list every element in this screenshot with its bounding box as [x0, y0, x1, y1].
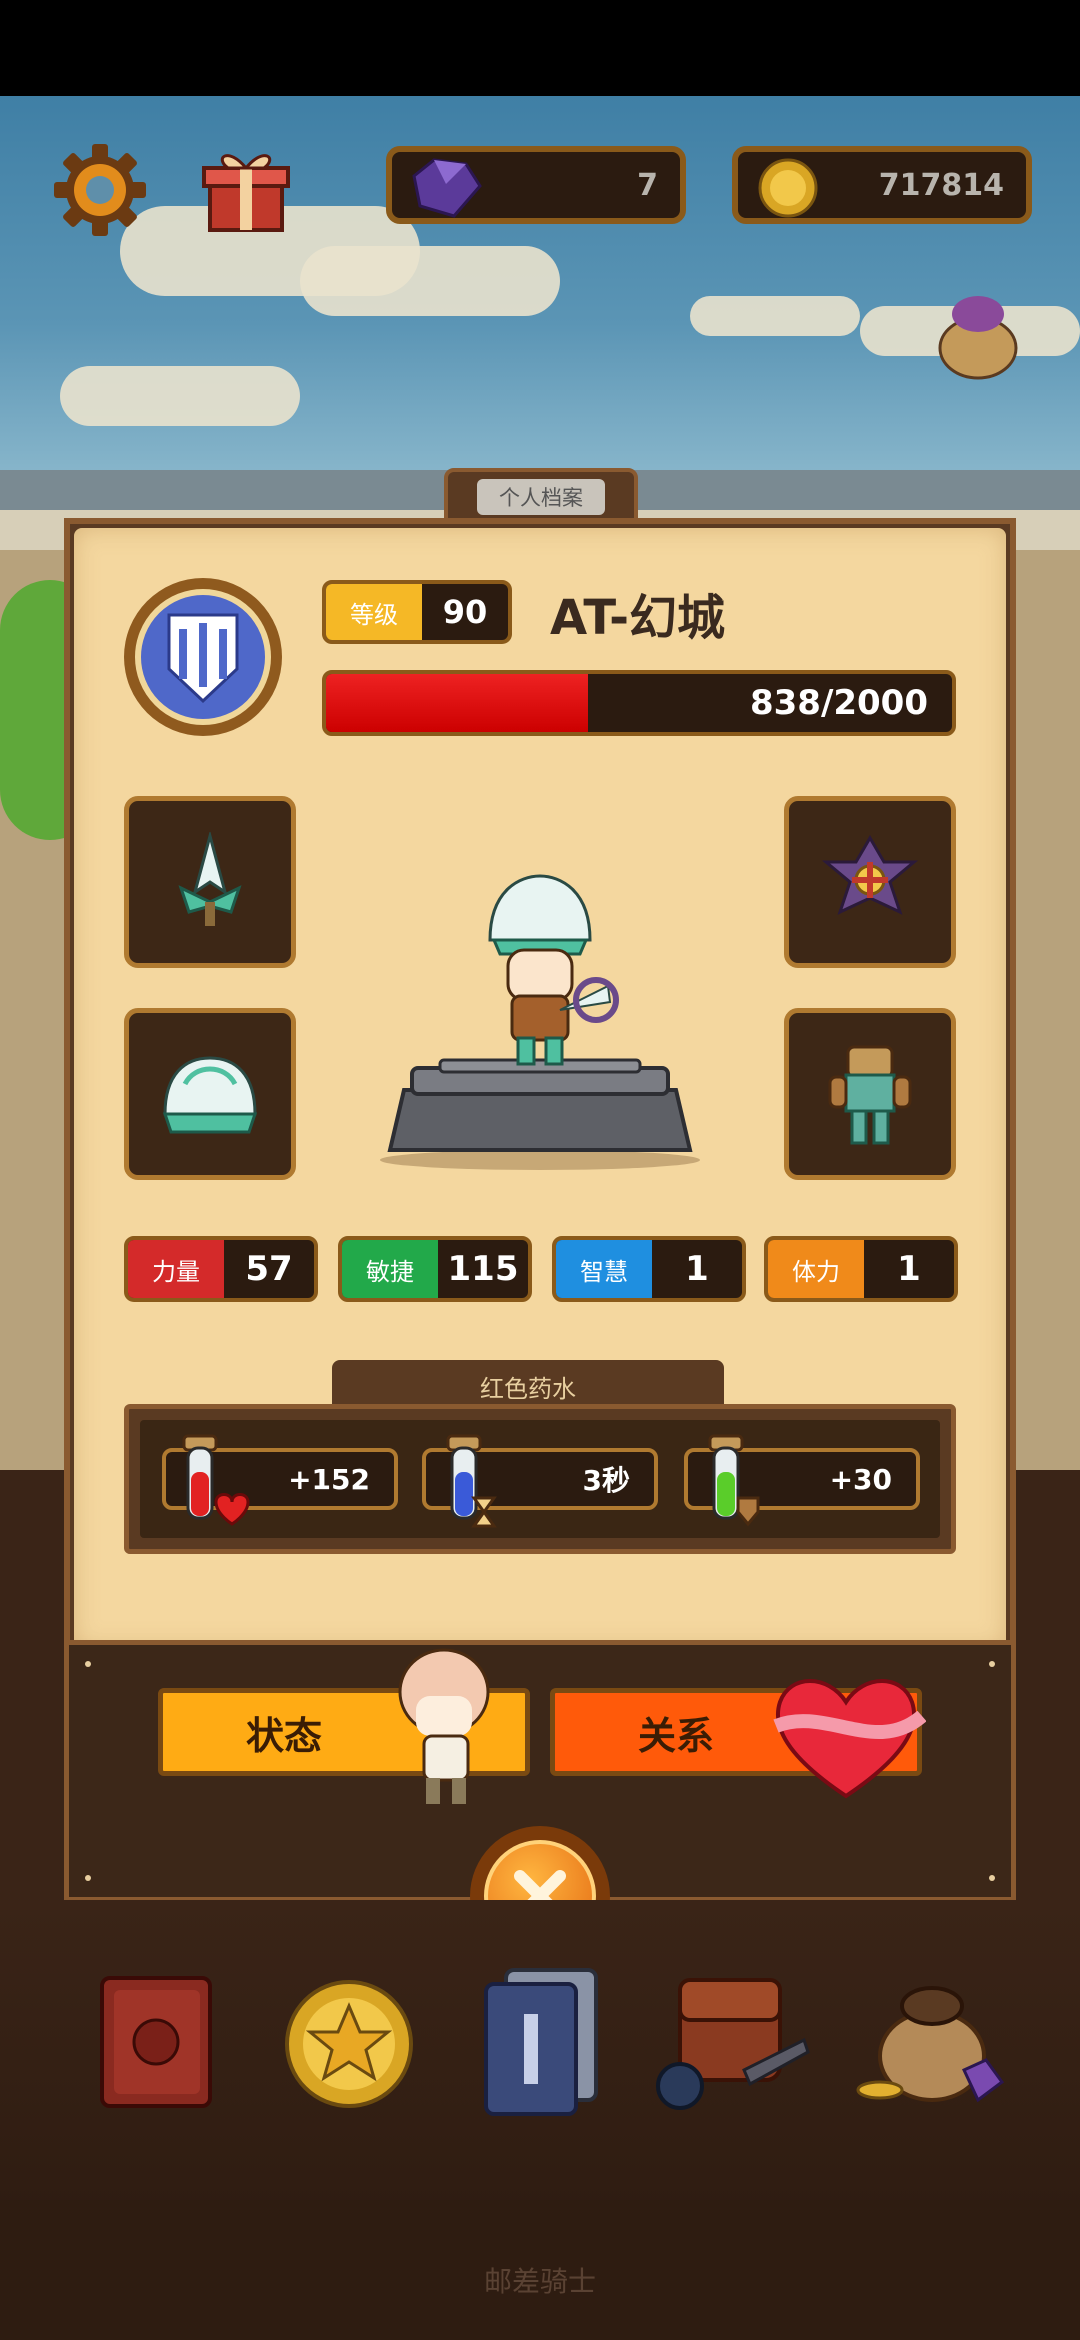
- potion-value: 3秒: [582, 1464, 630, 1497]
- potion-value: +30: [829, 1462, 892, 1496]
- purple-gem-icon: [412, 158, 482, 218]
- stat-value: 57: [245, 1249, 293, 1289]
- stat-value: 115: [447, 1249, 519, 1289]
- player-name: AT-幻城: [550, 590, 726, 646]
- purple-shield-charm-icon: [821, 835, 919, 915]
- jade-spear-tip-icon: [178, 832, 242, 926]
- star-coin-icon: [285, 1980, 413, 2108]
- red-potion-heart-icon: [182, 1434, 250, 1526]
- level-label: 等级: [326, 584, 422, 640]
- stat-stamina: 体力 1: [764, 1236, 958, 1302]
- stat-agility: 敏捷 115: [338, 1236, 532, 1302]
- stat-label: 体力: [768, 1240, 864, 1298]
- nav-treasure[interactable]: [852, 1960, 1005, 2120]
- gift-button[interactable]: [196, 140, 296, 240]
- armor-slot[interactable]: [784, 1008, 956, 1180]
- hp-bar-fill: [326, 674, 589, 732]
- stat-label: 力量: [128, 1240, 224, 1298]
- relation-button-label: 关系: [637, 1713, 714, 1758]
- heart-ribbon-icon: [773, 1679, 926, 1799]
- hp-bar: 838/2000: [322, 670, 956, 736]
- book-icon: [100, 1976, 212, 2108]
- game-title: 邮差骑士: [483, 2265, 596, 2298]
- backpack-icon: [656, 1978, 810, 2110]
- coin-counter: 717814: [732, 146, 1032, 224]
- blue-potion-hourglass-icon: [446, 1434, 497, 1528]
- helmet-slot[interactable]: [124, 1008, 296, 1180]
- level-value: 90: [442, 593, 488, 631]
- nav-cards[interactable]: [466, 1960, 616, 2120]
- stat-value: 1: [685, 1249, 709, 1289]
- leather-armor-icon: [828, 1045, 912, 1145]
- potion-value: +152: [288, 1462, 370, 1496]
- stat-label: 智慧: [556, 1240, 652, 1298]
- purple-pouch-icon: [938, 296, 1018, 380]
- stat-value: 1: [897, 1249, 921, 1289]
- gift-box-icon: [202, 154, 290, 232]
- weapon-slot[interactable]: [124, 796, 296, 968]
- level-badge: 等级 90: [322, 580, 512, 644]
- hero-character: [488, 874, 619, 1066]
- stat-strength: 力量 57: [124, 1236, 318, 1302]
- gem-counter: 7: [386, 146, 686, 224]
- gold-coin-icon: [758, 158, 818, 218]
- gem-count: 7: [637, 167, 658, 203]
- pouch-button[interactable]: [928, 284, 1028, 384]
- coin-count: 717814: [878, 167, 1004, 203]
- guild-emblem[interactable]: [124, 578, 282, 736]
- npc-character: [398, 1648, 490, 1804]
- gear-icon: [54, 144, 146, 236]
- stat-label: 敏捷: [342, 1240, 438, 1298]
- nav-book[interactable]: [84, 1960, 234, 2120]
- nav-star-coin[interactable]: [274, 1960, 424, 2120]
- card-deck-icon: [484, 1968, 598, 2116]
- castle-shield-icon: [167, 613, 239, 704]
- treasure-bag-icon: [856, 1986, 1005, 2103]
- stat-wisdom: 智慧 1: [552, 1236, 746, 1302]
- status-bar: [0, 0, 1080, 96]
- green-potion-shield-icon: [708, 1434, 760, 1527]
- profile-tab-title: 个人档案: [477, 479, 605, 515]
- jade-helmet-icon: [162, 1056, 258, 1134]
- settings-button[interactable]: [50, 140, 150, 240]
- nav-backpack[interactable]: [654, 1960, 810, 2120]
- accessory-slot[interactable]: [784, 796, 956, 968]
- status-button-label: 状态: [245, 1713, 322, 1758]
- hp-text: 838/2000: [749, 683, 928, 723]
